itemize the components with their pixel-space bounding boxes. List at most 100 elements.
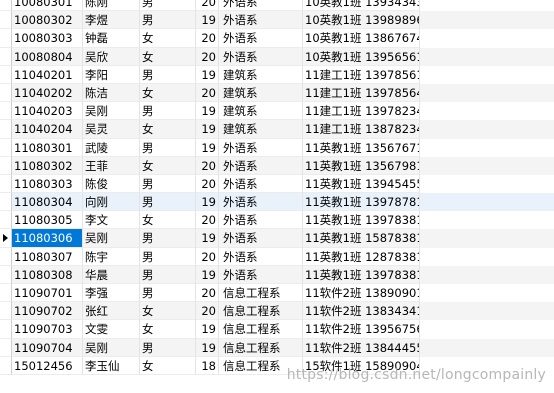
age-cell[interactable]: 19	[196, 138, 219, 157]
table-row[interactable]: 10080301陈刚男20外语系10英教1班 13934343078	[0, 0, 554, 12]
department-cell[interactable]: 外语系	[219, 193, 303, 212]
data-grid[interactable]: 10080301陈刚男20外语系10英教1班 13934343078100803…	[0, 0, 554, 375]
class-phone-cell[interactable]: 11英教1班 12878381130	[303, 247, 420, 266]
class-phone-cell[interactable]: 11英教1班 13567671130	[303, 138, 420, 157]
sex-cell[interactable]: 男	[140, 265, 196, 284]
student-id-cell[interactable]: 11040204	[12, 120, 83, 139]
age-cell[interactable]: 18	[196, 356, 219, 375]
name-cell[interactable]: 吴刚	[83, 338, 140, 357]
sex-cell[interactable]: 男	[140, 0, 196, 12]
age-cell[interactable]: 19	[196, 338, 219, 357]
student-id-cell[interactable]: 11080307	[12, 247, 83, 266]
age-cell[interactable]: 20	[196, 302, 219, 321]
table-row[interactable]: 11040204吴灵女19建筑系11建工1班 13878234530	[0, 120, 554, 139]
sex-cell[interactable]: 女	[140, 120, 196, 139]
row-indicator[interactable]	[0, 83, 12, 103]
sex-cell[interactable]: 男	[140, 102, 196, 121]
row-indicator[interactable]	[0, 247, 12, 266]
student-id-cell[interactable]: 11040203	[12, 102, 83, 121]
student-id-cell[interactable]: 11090702	[12, 302, 83, 321]
class-phone-cell[interactable]: 11软件2班 13956756567	[303, 320, 420, 339]
name-cell[interactable]: 武陵	[83, 138, 140, 157]
department-cell[interactable]: 信息工程系	[219, 338, 303, 357]
class-phone-cell[interactable]: 10英教1班 13956561123	[303, 47, 420, 66]
table-row[interactable]: 11080307陈宇男20外语系11英教1班 12878381130	[0, 247, 554, 266]
age-cell[interactable]: 19	[196, 120, 219, 139]
name-cell[interactable]: 李煜	[83, 11, 140, 30]
student-id-cell[interactable]: 11090704	[12, 338, 83, 357]
student-id-cell[interactable]: 11080308	[12, 265, 83, 284]
student-id-cell[interactable]: 11080305	[12, 211, 83, 230]
row-indicator[interactable]	[0, 47, 12, 66]
sex-cell[interactable]: 女	[140, 29, 196, 48]
row-indicator[interactable]	[0, 11, 12, 30]
name-cell[interactable]: 吴灵	[83, 120, 140, 139]
row-indicator[interactable]	[0, 338, 12, 357]
department-cell[interactable]: 外语系	[219, 0, 303, 12]
sex-cell[interactable]: 女	[140, 83, 196, 103]
sex-cell[interactable]: 男	[140, 174, 196, 194]
department-cell[interactable]: 建筑系	[219, 120, 303, 139]
name-cell[interactable]: 陈宇	[83, 247, 140, 266]
name-cell[interactable]: 陈俊	[83, 174, 140, 194]
student-id-cell[interactable]: 11080303	[12, 174, 83, 194]
class-phone-cell[interactable]: 11建工1班 13978561130	[303, 65, 420, 84]
sex-cell[interactable]: 男	[140, 338, 196, 357]
sex-cell[interactable]: 男	[140, 65, 196, 84]
student-id-cell[interactable]: 15012456	[12, 356, 83, 375]
table-row[interactable]: 11080304向刚男19外语系11英教1班 13978781130	[0, 193, 554, 212]
name-cell[interactable]: 王菲	[83, 156, 140, 175]
table-row[interactable]: 11040201李阳男19建筑系11建工1班 13978561130	[0, 65, 554, 84]
age-cell[interactable]: 20	[196, 211, 219, 230]
student-id-cell[interactable]: 11080301	[12, 138, 83, 157]
name-cell[interactable]: 钟磊	[83, 29, 140, 48]
class-phone-cell[interactable]: 11建工1班 13978564530	[303, 83, 420, 103]
class-phone-cell[interactable]: 11建工1班 13878234530	[303, 120, 420, 139]
sex-cell[interactable]: 女	[140, 211, 196, 230]
row-indicator[interactable]	[0, 229, 12, 248]
table-row[interactable]: 11080302王菲女20外语系11英教1班 13567981123	[0, 156, 554, 175]
student-id-cell[interactable]: 11090701	[12, 284, 83, 303]
age-cell[interactable]: 20	[196, 0, 219, 12]
department-cell[interactable]: 信息工程系	[219, 302, 303, 321]
row-indicator[interactable]	[0, 284, 12, 303]
age-cell[interactable]: 20	[196, 156, 219, 175]
sex-cell[interactable]: 男	[140, 11, 196, 30]
table-row[interactable]: 10080302李煜男19外语系10英教1班 13989896656	[0, 11, 554, 30]
name-cell[interactable]: 吴欣	[83, 47, 140, 66]
name-cell[interactable]: 李阳	[83, 65, 140, 84]
table-row[interactable]: 11080303陈俊男20外语系11英教1班 13945455656	[0, 174, 554, 194]
department-cell[interactable]: 信息工程系	[219, 284, 303, 303]
row-indicator[interactable]	[0, 29, 12, 48]
name-cell[interactable]: 陈洁	[83, 83, 140, 103]
name-cell[interactable]: 李文	[83, 211, 140, 230]
department-cell[interactable]: 外语系	[219, 265, 303, 284]
table-row[interactable]: 11090702张红女20信息工程系11软件2班 13834341128	[0, 302, 554, 321]
table-row[interactable]: 11090704吴刚男19信息工程系11软件2班 13844455678	[0, 338, 554, 357]
row-indicator[interactable]	[0, 320, 12, 339]
table-row[interactable]: 10080804吴欣女20外语系10英教1班 13956561123	[0, 47, 554, 66]
table-row[interactable]: 11040203吴刚男19建筑系11建工1班 13978234530	[0, 102, 554, 121]
class-phone-cell[interactable]: 10英教1班 13989896656	[303, 11, 420, 30]
name-cell[interactable]: 向刚	[83, 193, 140, 212]
table-row[interactable]: 11080301武陵男19外语系11英教1班 13567671130	[0, 138, 554, 157]
row-indicator[interactable]	[0, 265, 12, 284]
name-cell[interactable]: 文雯	[83, 320, 140, 339]
name-cell[interactable]: 张红	[83, 302, 140, 321]
student-id-cell[interactable]: 11080304	[12, 193, 83, 212]
sex-cell[interactable]: 女	[140, 320, 196, 339]
department-cell[interactable]: 外语系	[219, 229, 303, 248]
name-cell[interactable]: 吴刚	[83, 229, 140, 248]
class-phone-cell[interactable]: 10英教1班 13867674534	[303, 29, 420, 48]
department-cell[interactable]: 外语系	[219, 47, 303, 66]
table-row[interactable]: 11090703文雯女19信息工程系11软件2班 13956756567	[0, 320, 554, 339]
class-phone-cell[interactable]: 11英教1班 13567981123	[303, 156, 420, 175]
age-cell[interactable]: 20	[196, 284, 219, 303]
student-id-cell[interactable]: 10080804	[12, 47, 83, 66]
age-cell[interactable]: 19	[196, 229, 219, 248]
student-id-cell[interactable]: 10080302	[12, 11, 83, 30]
table-row[interactable]: 11080306吴刚男19外语系11英教1班 15878381130	[0, 229, 554, 248]
department-cell[interactable]: 外语系	[219, 247, 303, 266]
row-indicator[interactable]	[0, 211, 12, 230]
sex-cell[interactable]: 男	[140, 247, 196, 266]
